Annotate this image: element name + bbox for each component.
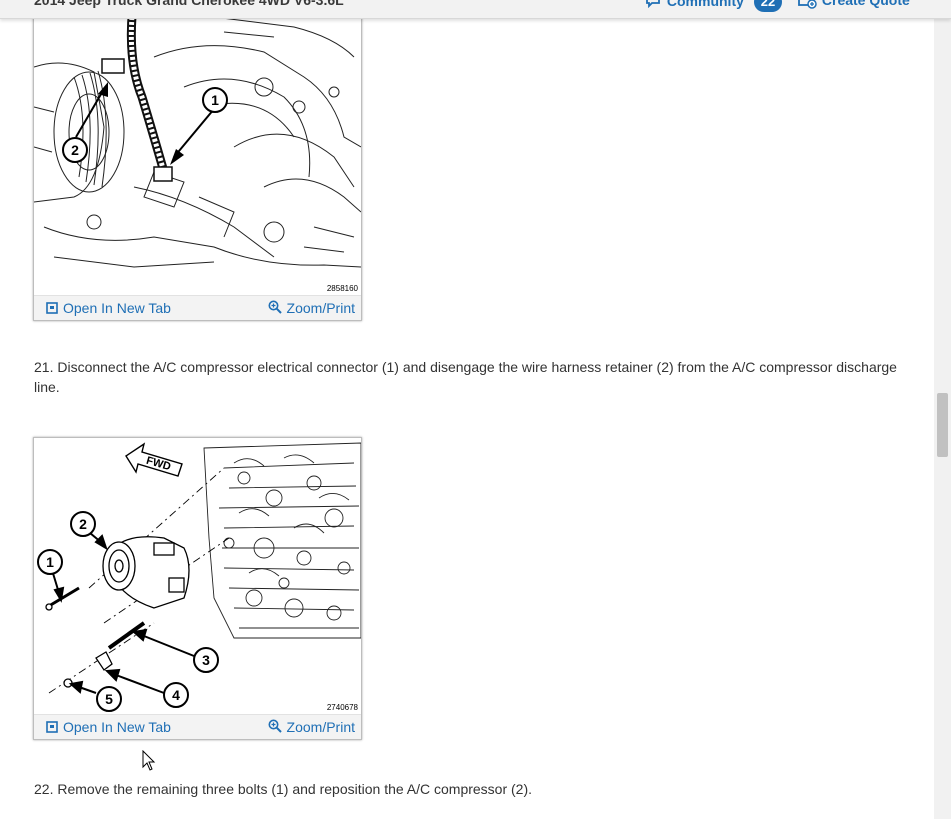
zoom-print-link[interactable]: Zoom/Print <box>268 719 355 736</box>
callout-5: 5 <box>96 686 122 712</box>
figure-toolbar: Open In New Tab Zoom/Print <box>34 295 361 320</box>
callout-1: 1 <box>37 549 63 575</box>
open-new-tab-label: Open In New Tab <box>63 719 171 735</box>
zoom-print-label: Zoom/Print <box>286 719 355 735</box>
callout-2: 2 <box>70 511 96 537</box>
chat-icon <box>645 0 663 11</box>
community-button[interactable]: Community 22 <box>645 0 783 12</box>
mouse-cursor-icon <box>142 749 156 777</box>
image-id: 2740678 <box>326 703 358 712</box>
step-22-text: 22. Remove the remaining three bolts (1)… <box>34 781 533 797</box>
zoom-print-link[interactable]: Zoom/Print <box>268 300 355 317</box>
new-tab-icon <box>46 720 58 736</box>
create-quote-button[interactable]: Create Quote <box>798 0 910 10</box>
new-tab-icon <box>46 301 58 317</box>
figure-compressor: FWD 2 1 3 4 5 2740678 Open In New Tab Zo… <box>33 437 362 740</box>
figure-toolbar: Open In New Tab Zoom/Print <box>34 714 361 739</box>
community-count-badge: 22 <box>753 0 783 12</box>
svg-text:4: 4 <box>172 687 180 703</box>
scrollbar-thumb[interactable] <box>937 393 948 457</box>
open-new-tab-link[interactable]: Open In New Tab <box>46 719 171 736</box>
vehicle-title: 2014 Jeep Truck Grand Cherokee 4WD V6-3.… <box>34 0 344 8</box>
callout-2: 2 <box>62 137 88 163</box>
diagram-image[interactable]: FWD 2 1 3 4 5 2740678 <box>34 438 361 714</box>
create-quote-label: Create Quote <box>821 0 910 8</box>
figure-connector: 1 2 2858160 Open In New Tab Zoom/Print <box>33 0 362 321</box>
zoom-icon <box>268 300 282 317</box>
image-id: 2858160 <box>326 284 358 293</box>
svg-text:2: 2 <box>79 516 87 532</box>
quote-icon <box>798 0 822 10</box>
open-new-tab-label: Open In New Tab <box>63 300 171 316</box>
community-label: Community <box>666 0 744 9</box>
svg-text:2: 2 <box>71 142 79 158</box>
callout-4: 4 <box>163 682 189 708</box>
top-header: 2014 Jeep Truck Grand Cherokee 4WD V6-3.… <box>0 0 951 19</box>
svg-text:1: 1 <box>211 92 219 108</box>
diagram-image[interactable]: 1 2 2858160 <box>34 0 361 295</box>
open-new-tab-link[interactable]: Open In New Tab <box>46 300 171 317</box>
step-21-text: 21. Disconnect the A/C compressor electr… <box>34 359 897 395</box>
zoom-print-label: Zoom/Print <box>286 300 355 316</box>
callout-1: 1 <box>202 87 228 113</box>
svg-text:1: 1 <box>46 554 54 570</box>
svg-text:3: 3 <box>202 652 210 668</box>
zoom-icon <box>268 719 282 736</box>
callout-3: 3 <box>193 647 219 673</box>
svg-text:5: 5 <box>105 691 113 707</box>
vertical-scrollbar[interactable] <box>934 0 951 819</box>
